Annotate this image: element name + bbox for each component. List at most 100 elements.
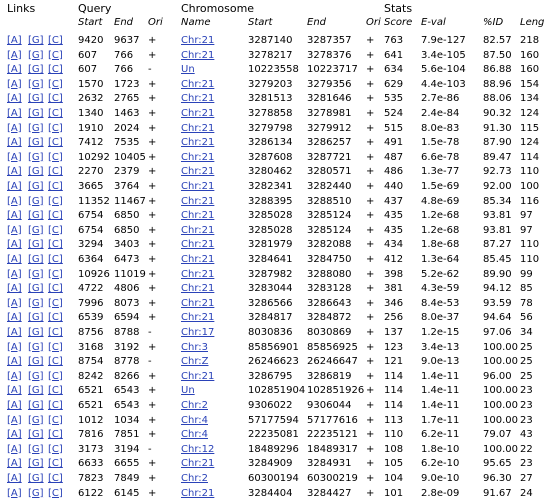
genome-link[interactable]: [G] — [28, 49, 44, 63]
alignment-link[interactable]: [A] — [7, 63, 22, 77]
genome-link[interactable]: [G] — [28, 122, 44, 136]
chromosome-name-link[interactable]: Chr:21 — [181, 311, 214, 325]
alignment-link[interactable]: [A] — [7, 487, 22, 501]
chromosome-name-link[interactable]: Chr:21 — [181, 78, 214, 92]
chromosome-link[interactable]: [C] — [48, 341, 63, 355]
chromosome-name-link[interactable]: Chr:21 — [181, 370, 214, 384]
genome-link[interactable]: [G] — [28, 180, 44, 194]
genome-link[interactable]: [G] — [28, 92, 44, 106]
genome-link[interactable]: [G] — [28, 136, 44, 150]
genome-link[interactable]: [G] — [28, 472, 44, 486]
chromosome-link[interactable]: [C] — [48, 326, 63, 340]
alignment-link[interactable]: [A] — [7, 238, 22, 252]
chromosome-link[interactable]: [C] — [48, 428, 63, 442]
chromosome-name-link[interactable]: Chr:Z — [181, 355, 208, 369]
genome-link[interactable]: [G] — [28, 195, 44, 209]
genome-link[interactable]: [G] — [28, 253, 44, 267]
chromosome-link[interactable]: [C] — [48, 63, 63, 77]
chromosome-name-link[interactable]: Chr:21 — [181, 122, 214, 136]
alignment-link[interactable]: [A] — [7, 136, 22, 150]
alignment-link[interactable]: [A] — [7, 92, 22, 106]
chromosome-name-link[interactable]: Chr:21 — [181, 282, 214, 296]
chromosome-link[interactable]: [C] — [48, 414, 63, 428]
chromosome-name-link[interactable]: Un — [181, 384, 195, 398]
chromosome-name-link[interactable]: Chr:21 — [181, 107, 214, 121]
alignment-link[interactable]: [A] — [7, 384, 22, 398]
alignment-link[interactable]: [A] — [7, 282, 22, 296]
alignment-link[interactable]: [A] — [7, 78, 22, 92]
chromosome-link[interactable]: [C] — [48, 370, 63, 384]
chromosome-name-link[interactable]: Chr:4 — [181, 428, 208, 442]
alignment-link[interactable]: [A] — [7, 414, 22, 428]
chromosome-link[interactable]: [C] — [48, 355, 63, 369]
chromosome-link[interactable]: [C] — [48, 487, 63, 501]
alignment-link[interactable]: [A] — [7, 107, 22, 121]
alignment-link[interactable]: [A] — [7, 34, 22, 48]
alignment-link[interactable]: [A] — [7, 297, 22, 311]
chromosome-link[interactable]: [C] — [48, 224, 63, 238]
chromosome-link[interactable]: [C] — [48, 92, 63, 106]
chromosome-name-link[interactable]: Chr:4 — [181, 414, 208, 428]
chromosome-link[interactable]: [C] — [48, 136, 63, 150]
chromosome-name-link[interactable]: Chr:21 — [181, 297, 214, 311]
chromosome-link[interactable]: [C] — [48, 165, 63, 179]
genome-link[interactable]: [G] — [28, 355, 44, 369]
alignment-link[interactable]: [A] — [7, 341, 22, 355]
alignment-link[interactable]: [A] — [7, 457, 22, 471]
alignment-link[interactable]: [A] — [7, 370, 22, 384]
alignment-link[interactable]: [A] — [7, 49, 22, 63]
chromosome-link[interactable]: [C] — [48, 443, 63, 457]
chromosome-link[interactable]: [C] — [48, 384, 63, 398]
chromosome-link[interactable]: [C] — [48, 49, 63, 63]
genome-link[interactable]: [G] — [28, 224, 44, 238]
genome-link[interactable]: [G] — [28, 34, 44, 48]
genome-link[interactable]: [G] — [28, 428, 44, 442]
genome-link[interactable]: [G] — [28, 151, 44, 165]
chromosome-name-link[interactable]: Chr:21 — [181, 253, 214, 267]
chromosome-name-link[interactable]: Chr:21 — [181, 92, 214, 106]
chromosome-link[interactable]: [C] — [48, 399, 63, 413]
genome-link[interactable]: [G] — [28, 268, 44, 282]
genome-link[interactable]: [G] — [28, 78, 44, 92]
genome-link[interactable]: [G] — [28, 399, 44, 413]
genome-link[interactable]: [G] — [28, 326, 44, 340]
genome-link[interactable]: [G] — [28, 487, 44, 501]
chromosome-link[interactable]: [C] — [48, 180, 63, 194]
genome-link[interactable]: [G] — [28, 63, 44, 77]
chromosome-name-link[interactable]: Chr:21 — [181, 224, 214, 238]
genome-link[interactable]: [G] — [28, 107, 44, 121]
alignment-link[interactable]: [A] — [7, 209, 22, 223]
chromosome-name-link[interactable]: Chr:21 — [181, 136, 214, 150]
genome-link[interactable]: [G] — [28, 457, 44, 471]
chromosome-name-link[interactable]: Chr:21 — [181, 209, 214, 223]
chromosome-link[interactable]: [C] — [48, 253, 63, 267]
chromosome-name-link[interactable]: Chr:21 — [181, 49, 214, 63]
chromosome-link[interactable]: [C] — [48, 195, 63, 209]
chromosome-name-link[interactable]: Chr:21 — [181, 195, 214, 209]
alignment-link[interactable]: [A] — [7, 165, 22, 179]
chromosome-name-link[interactable]: Chr:2 — [181, 399, 208, 413]
chromosome-link[interactable]: [C] — [48, 122, 63, 136]
chromosome-link[interactable]: [C] — [48, 268, 63, 282]
chromosome-name-link[interactable]: Chr:21 — [181, 34, 214, 48]
chromosome-link[interactable]: [C] — [48, 34, 63, 48]
alignment-link[interactable]: [A] — [7, 195, 22, 209]
genome-link[interactable]: [G] — [28, 414, 44, 428]
alignment-link[interactable]: [A] — [7, 472, 22, 486]
chromosome-link[interactable]: [C] — [48, 311, 63, 325]
chromosome-link[interactable]: [C] — [48, 209, 63, 223]
chromosome-name-link[interactable]: Un — [181, 63, 195, 77]
alignment-link[interactable]: [A] — [7, 355, 22, 369]
alignment-link[interactable]: [A] — [7, 151, 22, 165]
alignment-link[interactable]: [A] — [7, 311, 22, 325]
genome-link[interactable]: [G] — [28, 384, 44, 398]
chromosome-name-link[interactable]: Chr:21 — [181, 457, 214, 471]
alignment-link[interactable]: [A] — [7, 443, 22, 457]
chromosome-name-link[interactable]: Chr:21 — [181, 238, 214, 252]
genome-link[interactable]: [G] — [28, 311, 44, 325]
chromosome-name-link[interactable]: Chr:2 — [181, 472, 208, 486]
chromosome-name-link[interactable]: Chr:3 — [181, 341, 208, 355]
genome-link[interactable]: [G] — [28, 238, 44, 252]
alignment-link[interactable]: [A] — [7, 180, 22, 194]
chromosome-link[interactable]: [C] — [48, 297, 63, 311]
